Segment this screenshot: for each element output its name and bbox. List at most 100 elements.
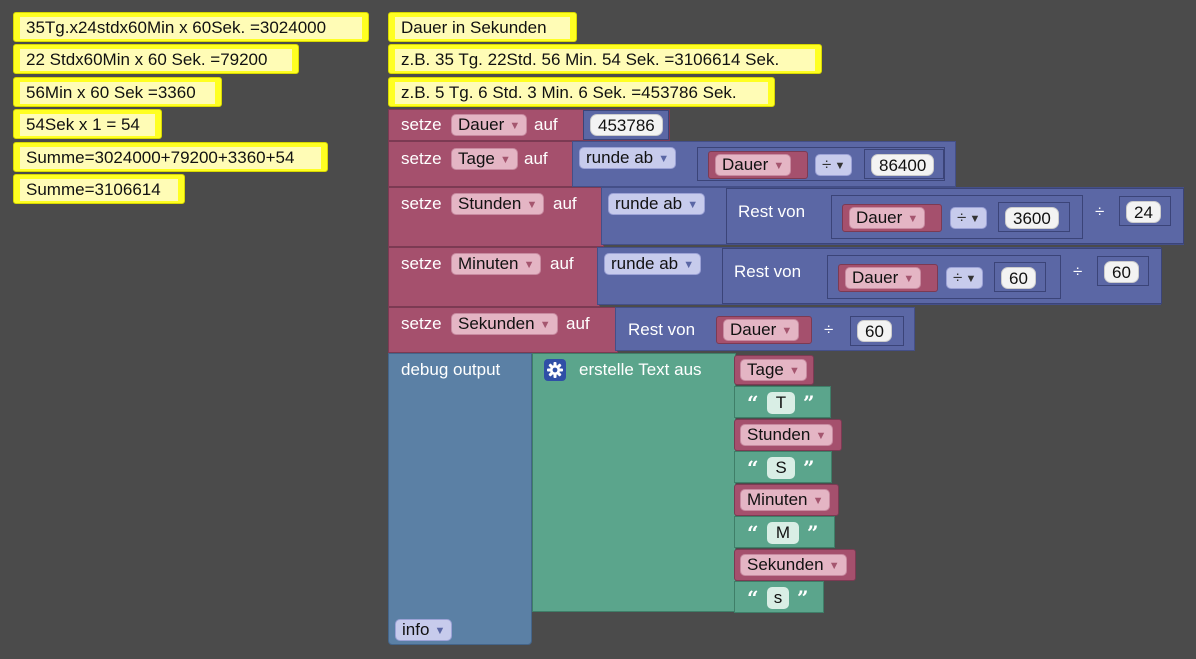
comment-block[interactable]: 56Min x 60 Sek =3360 [13,77,222,107]
comment-block[interactable]: Dauer in Sekunden [388,12,577,42]
setze-label: setze [401,194,442,213]
variable-dropdown-dauer[interactable]: Dauer [723,319,800,341]
operator-dropdown[interactable]: ÷ [946,267,984,289]
comment-text[interactable]: 35Tg.x24stdx60Min x 60Sek. =3024000 [20,17,362,39]
variable-dropdown-minuten[interactable]: Minuten [451,253,542,275]
text-join-block[interactable]: erstelle Text aus [532,353,736,612]
text-field[interactable]: s [767,587,789,609]
text-literal-block[interactable]: “ M ” [734,516,835,548]
divide-block[interactable]: Dauer ÷ 60 [827,255,1061,299]
comment-block[interactable]: Summe=3024000+79200+3360+54 [13,142,328,172]
gear-icon[interactable] [544,359,566,381]
number-block[interactable]: 453786 [583,110,669,140]
round-down-dropdown[interactable]: runde ab [579,147,677,169]
variable-getter-dauer[interactable]: Dauer [842,204,942,232]
variable-getter-minuten[interactable]: Minuten [734,484,839,516]
comment-block[interactable]: Summe=3106614 [13,174,185,204]
set-stunden-block[interactable]: setze Stunden auf [388,187,604,247]
text-field[interactable]: S [767,457,795,479]
number-block[interactable]: 60 [850,316,904,346]
debug-output-block[interactable]: debug output info [388,353,532,645]
number-field-sixty[interactable]: 60 [1001,267,1036,289]
round-down-dropdown[interactable]: runde ab [604,253,702,275]
set-dauer-block[interactable]: setze Dauer auf 453786 [388,109,670,141]
operator-dropdown[interactable]: ÷ [950,207,988,229]
variable-dropdown-dauer[interactable]: Dauer [849,207,926,229]
set-minuten-block[interactable]: setze Minuten auf [388,247,600,307]
variable-dropdown-tage[interactable]: Tage [740,359,807,381]
comment-text[interactable]: z.B. 35 Tg. 22Std. 56 Min. 54 Sek. =3106… [395,49,815,71]
modulo-block[interactable]: Rest von Dauer ÷ 3600 ÷ 24 [726,188,1184,244]
rest-von-label: Rest von [628,320,696,339]
auf-label: auf [550,254,574,273]
number-block[interactable]: 3600 [998,202,1070,232]
comment-block[interactable]: 35Tg.x24stdx60Min x 60Sek. =3024000 [13,12,369,42]
comment-text[interactable]: 22 Stdx60Min x 60 Sek. =79200 [20,49,292,71]
variable-dropdown-stunden[interactable]: Stunden [740,424,834,446]
comment-text[interactable]: Summe=3106614 [20,179,178,201]
setze-label: setze [401,254,442,273]
variable-dropdown-sekunden[interactable]: Sekunden [451,313,558,335]
text-literal-block[interactable]: “ s ” [734,581,824,613]
divide-label: ÷ [1095,202,1105,221]
auf-label: auf [534,115,558,134]
modulo-block[interactable]: Rest von Dauer ÷ 60 ÷ 60 [722,248,1162,304]
debug-output-label: debug output [401,360,501,379]
close-quote: ” [797,586,809,610]
round-down-block[interactable]: runde ab Dauer ÷ 86400 [572,141,956,187]
modulo-block[interactable]: Rest von Dauer ÷ 60 [615,307,915,351]
divide-block[interactable]: Dauer ÷ 86400 [697,147,945,181]
text-field[interactable]: M [767,522,799,544]
variable-dropdown-dauer[interactable]: Dauer [845,267,922,289]
text-literal-block[interactable]: “ T ” [734,386,831,418]
number-field-hour-seconds[interactable]: 3600 [1005,207,1059,229]
variable-getter-sekunden[interactable]: Sekunden [734,549,856,581]
open-quote: “ [747,456,759,480]
number-field-dauer-value[interactable]: 453786 [590,114,663,136]
text-literal-block[interactable]: “ S ” [734,451,832,483]
set-tage-block[interactable]: setze Tage auf [388,141,574,187]
divide-block[interactable]: Dauer ÷ 3600 [831,195,1083,239]
set-sekunden-block[interactable]: setze Sekunden auf [388,307,618,353]
round-down-block[interactable]: runde ab Rest von Dauer ÷ 3600 ÷ 24 [601,187,1184,245]
variable-dropdown-sekunden[interactable]: Sekunden [740,554,847,576]
variable-dropdown-dauer[interactable]: Dauer [715,154,792,176]
comment-block[interactable]: 22 Stdx60Min x 60 Sek. =79200 [13,44,299,74]
comment-block[interactable]: 54Sek x 1 = 54 [13,109,162,139]
number-block[interactable]: 60 [1097,256,1149,286]
comment-text[interactable]: z.B. 5 Tg. 6 Std. 3 Min. 6 Sek. =453786 … [395,82,768,104]
number-block[interactable]: 60 [994,262,1046,292]
close-quote: ” [803,391,815,415]
divide-label: ÷ [824,320,834,339]
variable-getter-dauer[interactable]: Dauer [708,151,808,179]
number-field-day-seconds[interactable]: 86400 [871,154,935,176]
comment-text[interactable]: 54Sek x 1 = 54 [20,114,155,136]
open-quote: “ [747,521,759,545]
comment-block[interactable]: z.B. 5 Tg. 6 Std. 3 Min. 6 Sek. =453786 … [388,77,775,107]
variable-getter-stunden[interactable]: Stunden [734,419,842,451]
variable-dropdown-tage[interactable]: Tage [451,148,518,170]
number-block[interactable]: 86400 [864,149,944,179]
log-level-dropdown[interactable]: info [395,619,453,641]
variable-getter-tage[interactable]: Tage [734,355,814,385]
variable-dropdown-minuten[interactable]: Minuten [740,489,831,511]
comment-text[interactable]: Summe=3024000+79200+3360+54 [20,147,321,169]
variable-dropdown-dauer[interactable]: Dauer [451,114,528,136]
text-field[interactable]: T [767,392,795,414]
comment-text[interactable]: 56Min x 60 Sek =3360 [20,82,215,104]
comment-text[interactable]: Dauer in Sekunden [395,17,570,39]
number-field-sixty[interactable]: 60 [1104,261,1139,283]
number-field-hours-per-day[interactable]: 24 [1126,201,1161,223]
comment-block[interactable]: z.B. 35 Tg. 22Std. 56 Min. 54 Sek. =3106… [388,44,822,74]
variable-getter-dauer[interactable]: Dauer [838,264,938,292]
open-quote: “ [747,391,759,415]
round-down-dropdown[interactable]: runde ab [608,193,706,215]
auf-label: auf [553,194,577,213]
operator-dropdown[interactable]: ÷ [815,154,853,176]
round-down-block[interactable]: runde ab Rest von Dauer ÷ 60 ÷ 60 [597,247,1162,305]
number-field-sixty[interactable]: 60 [857,320,892,342]
variable-dropdown-stunden[interactable]: Stunden [451,193,545,215]
open-quote: “ [747,586,759,610]
variable-getter-dauer[interactable]: Dauer [716,316,812,344]
number-block[interactable]: 24 [1119,196,1171,226]
